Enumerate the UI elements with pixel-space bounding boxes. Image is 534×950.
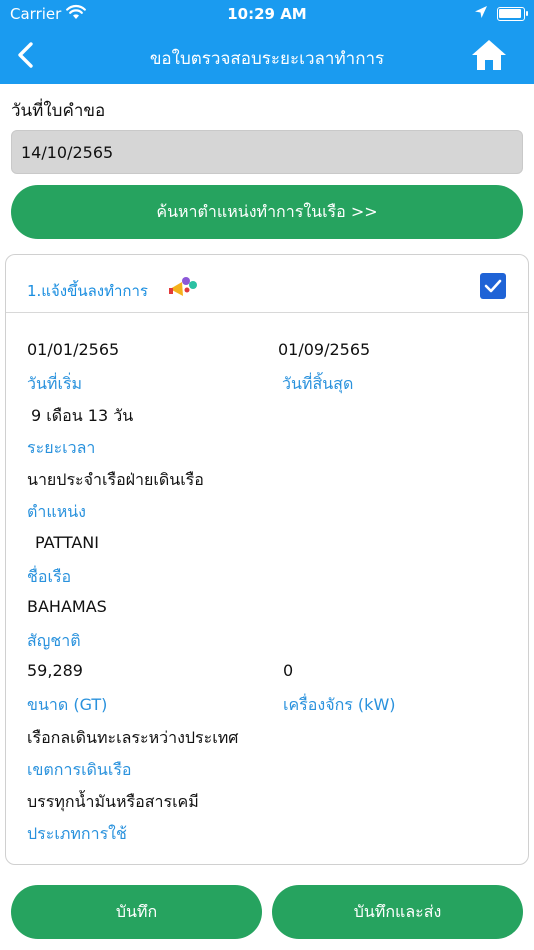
- navigation-area-value: เรือกลเดินทะเลระหว่างประเทศ: [27, 728, 239, 747]
- ship-name-value: PATTANI: [35, 533, 99, 552]
- start-date-value: 01/01/2565: [27, 340, 120, 359]
- page-title: ขอใบตรวจสอบระยะเวลาทำการ: [149, 49, 385, 69]
- usage-type-label: ประเภทการใช้: [27, 824, 127, 843]
- engine-label: เครื่องจักร (kW): [283, 695, 396, 714]
- home-icon[interactable]: [470, 38, 508, 72]
- card-title: 1.แจ้งขึ้นลงทำการ: [27, 282, 148, 300]
- usage-type-value: บรรทุกน้ำมันหรือสารเคมี: [27, 792, 199, 811]
- search-position-button[interactable]: ค้นหาตำแหน่งทำการในเรือ >>: [11, 185, 523, 239]
- location-arrow-icon: [475, 6, 487, 18]
- save-button[interactable]: บันทึก: [11, 885, 262, 939]
- battery-icon: [497, 7, 528, 21]
- card-header: 1.แจ้งขึ้นลงทำการ: [6, 255, 528, 313]
- size-value: 59,289: [27, 661, 83, 680]
- duration-label: ระยะเวลา: [27, 438, 96, 457]
- end-date-value: 01/09/2565: [278, 340, 371, 359]
- request-date-field[interactable]: 14/10/2565: [11, 130, 523, 174]
- navigation-area-label: เขตการเดินเรือ: [27, 760, 132, 779]
- checkbox-checked[interactable]: [480, 273, 506, 299]
- megaphone-icon: [169, 277, 197, 296]
- nav-bar: ขอใบตรวจสอบระยะเวลาทำการ: [0, 28, 534, 84]
- nationality-value: BAHAMAS: [27, 597, 107, 616]
- clock: 10:29 AM: [227, 5, 307, 23]
- start-date-label: วันที่เริ่ม: [27, 374, 83, 393]
- position-label: ตำแหน่ง: [27, 502, 86, 521]
- size-label: ขนาด (GT): [27, 695, 108, 714]
- engine-value: 0: [283, 661, 294, 680]
- back-chevron-icon[interactable]: [12, 40, 42, 70]
- position-value: นายประจำเรือฝ่ายเดินเรือ: [27, 470, 204, 489]
- status-bar: Carrier 10:29 AM: [0, 0, 534, 28]
- end-date-label: วันที่สิ้นสุด: [282, 374, 354, 393]
- request-date-label: วันที่ใบคำขอ: [11, 101, 106, 121]
- record-card: 1.แจ้งขึ้นลงทำการ 01/01/2565 วันที่เริ่ม…: [5, 254, 529, 865]
- ship-name-label: ชื่อเรือ: [27, 567, 72, 586]
- nationality-label: สัญชาติ: [27, 631, 81, 650]
- duration-value: 9 เดือน 13 วัน: [31, 406, 134, 425]
- save-and-send-button[interactable]: บันทึกและส่ง: [272, 885, 523, 939]
